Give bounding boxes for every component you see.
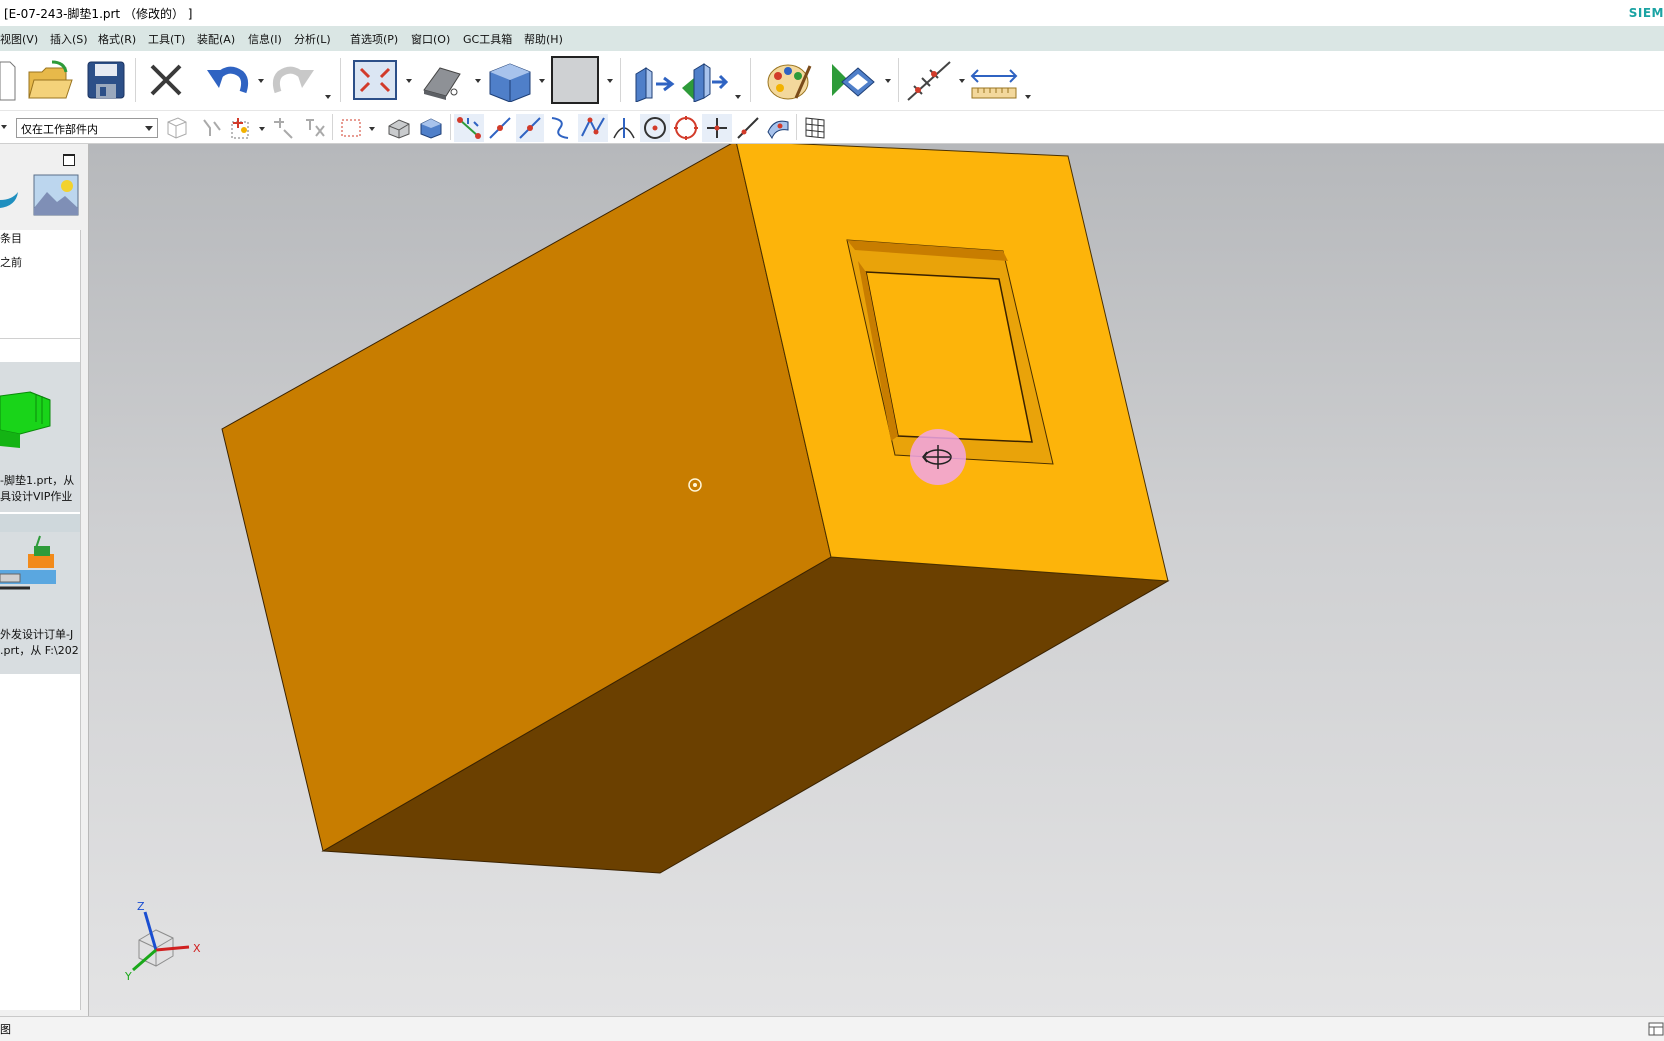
maximize-icon[interactable] xyxy=(63,154,75,166)
recent-file-name: -脚垫1.prt，从 xyxy=(0,474,75,487)
chevron-down-icon xyxy=(145,126,153,131)
revolve-feature-icon[interactable] xyxy=(680,60,728,102)
point-on-curve-icon[interactable] xyxy=(734,114,762,142)
undo-icon[interactable] xyxy=(205,60,249,100)
measure-distance-dropdown-icon[interactable] xyxy=(1024,92,1032,100)
status-layout-icon[interactable] xyxy=(1648,1022,1664,1036)
recent-file-path: 具设计VIP作业 xyxy=(0,490,73,503)
standard-toolbar xyxy=(0,52,1664,111)
axis-z-label: Z xyxy=(137,900,145,913)
selection-scope-value: 仅在工作部件内 xyxy=(21,123,98,136)
brand-logo: SIEM xyxy=(1628,6,1664,20)
undo-dropdown-icon[interactable] xyxy=(257,76,265,84)
save-icon[interactable] xyxy=(86,60,126,100)
recent-file-item[interactable]: 外发设计订单-J .prt，从 F:\202 xyxy=(0,514,80,674)
snap-options-icon[interactable] xyxy=(270,116,296,140)
landscape-icon[interactable] xyxy=(33,174,79,216)
axis-y-label: Y xyxy=(124,970,132,983)
status-bar: 图 xyxy=(0,1016,1664,1041)
status-text: 图 xyxy=(0,1023,11,1036)
curve-point-icon[interactable] xyxy=(546,114,574,142)
solid-body-icon[interactable] xyxy=(386,116,412,140)
menu-format[interactable]: 格式(R) xyxy=(98,31,136,47)
fit-view-dropdown-icon[interactable] xyxy=(405,76,413,84)
window-title: [E-07-243-脚垫1.prt （修改的） ] xyxy=(4,7,193,21)
quadrant-icon[interactable] xyxy=(672,114,700,142)
rectangle-select-dropdown-icon[interactable] xyxy=(368,124,376,132)
palette-icon[interactable] xyxy=(766,58,814,104)
menu-gc-toolbox[interactable]: GC工具箱 xyxy=(463,31,512,47)
menu-info[interactable]: 信息(I) xyxy=(248,31,282,47)
render-style-icon[interactable] xyxy=(420,60,468,100)
history-list: 条目 之前 -脚垫1.prt，从 具设计VIP作业 外发设计订单-J .prt，… xyxy=(0,230,81,1010)
arc-center-icon[interactable] xyxy=(640,114,670,142)
menu-assembly[interactable]: 装配(A) xyxy=(197,31,235,47)
fit-view-icon[interactable] xyxy=(353,60,397,100)
graphics-window[interactable]: Z X Y xyxy=(89,144,1664,1016)
control-point-icon[interactable] xyxy=(516,114,544,142)
general-selection-icon[interactable] xyxy=(164,116,190,140)
orient-view-icon[interactable] xyxy=(486,60,532,102)
menu-tools[interactable]: 工具(T) xyxy=(148,31,185,47)
wcs-triad: Z X Y xyxy=(124,900,201,983)
menu-analysis[interactable]: 分析(L) xyxy=(294,31,331,47)
part-thumbnail-icon xyxy=(0,391,51,448)
grid-icon[interactable] xyxy=(802,114,828,142)
history-group-label: 之前 xyxy=(0,256,22,269)
redo-dropdown-icon[interactable] xyxy=(324,92,332,100)
delete-icon[interactable] xyxy=(148,62,184,98)
title-bar: [E-07-243-脚垫1.prt （修改的） ] SIEM xyxy=(0,0,1664,26)
measure-distance-icon[interactable] xyxy=(970,62,1018,102)
intersection-icon[interactable] xyxy=(578,114,608,142)
existing-point-icon[interactable] xyxy=(702,114,732,142)
redo-icon[interactable] xyxy=(272,60,316,100)
tangent-icon[interactable] xyxy=(610,114,638,142)
midpoint-icon[interactable] xyxy=(486,114,514,142)
recent-file-path: .prt，从 F:\202 xyxy=(0,644,79,657)
menu-view[interactable]: 视图(V) xyxy=(0,31,38,47)
model-canvas[interactable]: Z X Y xyxy=(89,144,1664,1016)
open-icon[interactable] xyxy=(26,58,74,104)
animation-dropdown-icon[interactable] xyxy=(884,76,892,84)
menu-insert[interactable]: 插入(S) xyxy=(50,31,88,47)
snap-settings-icon[interactable] xyxy=(302,116,328,140)
recent-file-name: 外发设计订单-J xyxy=(0,628,74,641)
measure-points-icon[interactable] xyxy=(904,58,954,104)
selection-scope-select[interactable]: 仅在工作部件内 xyxy=(16,118,158,138)
menu-preferences[interactable]: 首选项(P) xyxy=(350,31,398,47)
point-snap-dropdown-icon[interactable] xyxy=(258,124,266,132)
play-animation-icon[interactable] xyxy=(828,60,876,102)
menu-help[interactable]: 帮助(H) xyxy=(524,31,563,47)
orient-view-dropdown-icon[interactable] xyxy=(538,76,546,84)
block-solid-body[interactable] xyxy=(221,144,1170,874)
type-filter-dropdown-icon[interactable] xyxy=(0,122,8,130)
point-snap-icon[interactable] xyxy=(230,116,252,140)
resource-panel: 条目 之前 -脚垫1.prt，从 具设计VIP作业 外发设计订单-J .prt，… xyxy=(0,144,89,1016)
surface-point-icon[interactable] xyxy=(764,114,792,142)
face-icon[interactable] xyxy=(418,116,444,140)
history-icon[interactable] xyxy=(0,174,20,214)
filter-icon[interactable] xyxy=(200,116,222,140)
assembly-thumbnail-icon xyxy=(0,535,56,590)
rotate-cursor-icon xyxy=(910,429,966,485)
menu-window[interactable]: 窗口(O) xyxy=(411,31,450,47)
background-icon[interactable] xyxy=(551,56,599,104)
new-icon[interactable] xyxy=(0,58,16,102)
feature-dropdown-icon[interactable] xyxy=(734,92,742,100)
history-group-label: 条目 xyxy=(0,232,22,245)
endpoint-icon[interactable] xyxy=(454,114,484,142)
axis-x-label: X xyxy=(193,942,201,955)
rectangle-select-icon[interactable] xyxy=(340,116,364,140)
measure-points-dropdown-icon[interactable] xyxy=(958,76,966,84)
render-style-dropdown-icon[interactable] xyxy=(474,76,482,84)
background-dropdown-icon[interactable] xyxy=(606,76,614,84)
extrude-feature-icon[interactable] xyxy=(632,60,676,102)
recent-file-item[interactable]: -脚垫1.prt，从 具设计VIP作业 xyxy=(0,362,80,512)
menu-bar: 视图(V) 插入(S) 格式(R) 工具(T) 装配(A) 信息(I) 分析(L… xyxy=(0,26,1664,51)
